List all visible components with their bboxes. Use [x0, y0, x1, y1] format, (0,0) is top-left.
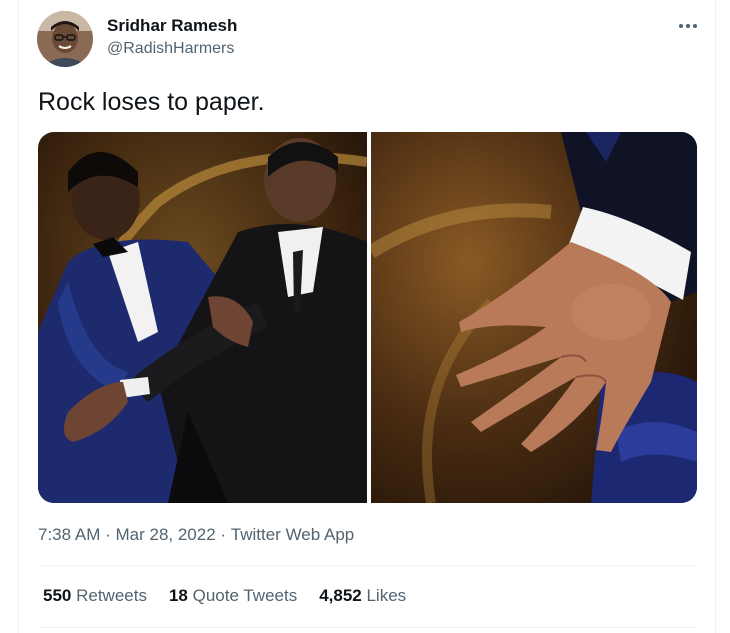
tweet-source[interactable]: Twitter Web App — [231, 524, 354, 546]
author-display-name[interactable]: Sridhar Ramesh — [107, 16, 237, 36]
frame-border-left — [18, 0, 19, 633]
more-options-button[interactable] — [672, 14, 704, 38]
tweet-text: Rock loses to paper. — [38, 88, 265, 116]
retweets-label: Retweets — [71, 586, 147, 605]
tweet-metadata: 7:38 AM · Mar 28, 2022 · Twitter Web App — [38, 524, 354, 546]
slap-photo-image — [38, 132, 367, 503]
tweet-date[interactable]: Mar 28, 2022 — [115, 524, 215, 546]
tweet-stats: 550 Retweets 18 Quote Tweets 4,852 Likes — [43, 585, 428, 607]
media-photo-right[interactable] — [371, 132, 697, 503]
retweets-count: 550 — [43, 586, 72, 605]
quote-tweets-count: 18 — [168, 586, 188, 605]
retweets-stat[interactable]: 550 Retweets — [43, 585, 147, 607]
tweet-time[interactable]: 7:38 AM — [38, 524, 100, 546]
user-avatar-icon — [37, 11, 93, 67]
frame-border-right — [715, 0, 716, 633]
quote-tweets-label: Quote Tweets — [187, 586, 298, 605]
likes-count: 4,852 — [319, 586, 362, 605]
likes-stat[interactable]: 4,852 Likes — [319, 585, 406, 607]
author-avatar[interactable] — [37, 11, 93, 67]
likes-label: Likes — [361, 586, 407, 605]
divider — [38, 627, 698, 628]
meta-separator: · — [215, 525, 231, 544]
hand-closeup-image — [371, 132, 697, 503]
divider — [38, 565, 698, 566]
meta-separator: · — [100, 525, 116, 544]
media-photo-left[interactable] — [38, 132, 367, 503]
author-handle[interactable]: @RadishHarmers — [107, 39, 234, 59]
quote-tweets-stat[interactable]: 18 Quote Tweets — [169, 585, 297, 607]
tweet-media[interactable] — [38, 132, 697, 503]
more-dots-icon — [679, 24, 697, 28]
